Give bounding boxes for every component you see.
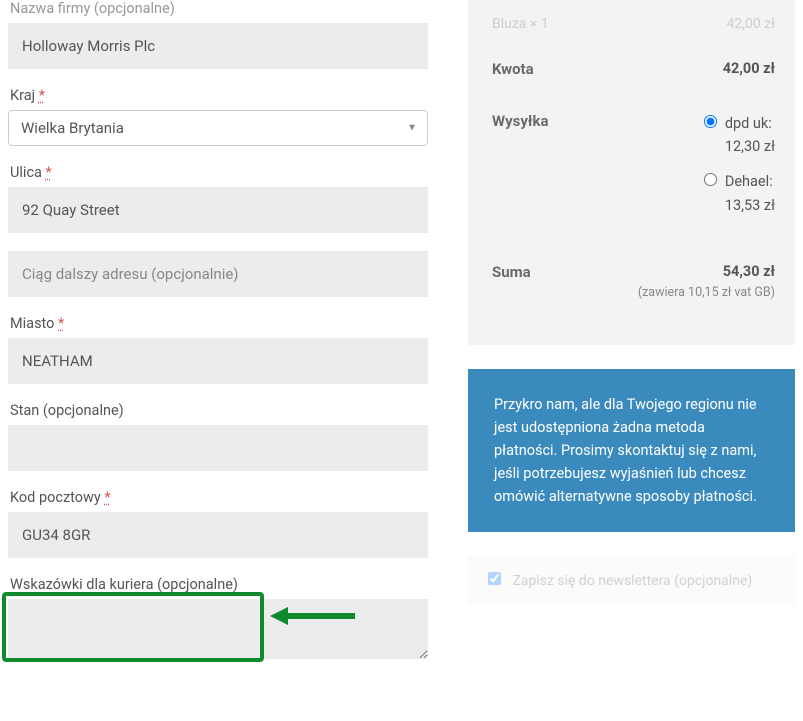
shipping-option-dehael[interactable]: Dehael: 13,53 zł: [704, 170, 775, 216]
payment-warning: Przykro nam, ale dla Twojego regionu nie…: [468, 369, 795, 533]
country-value: Wielka Brytania: [21, 119, 124, 137]
payment-warning-text: Przykro nam, ale dla Twojego regionu nie…: [494, 396, 757, 506]
city-input[interactable]: [8, 338, 428, 384]
postcode-label-text: Kod pocztowy: [10, 489, 101, 506]
required-mark: *: [58, 315, 64, 332]
shipping-row: Wysyłka dpd uk: 12,30 zł Dehael: 13,5: [492, 98, 775, 243]
subtotal-value: 42,00 zł: [723, 60, 775, 77]
state-label: Stan (opcjonalne): [8, 402, 428, 419]
country-label-text: Kraj: [10, 87, 35, 104]
total-label: Suma: [492, 263, 531, 281]
city-label: Miasto *: [8, 315, 428, 332]
postcode-label: Kod pocztowy *: [8, 489, 428, 506]
required-mark: *: [39, 87, 45, 104]
shipping-option-dpd[interactable]: dpd uk: 12,30 zł: [704, 112, 775, 158]
subtotal-row: Kwota 42,00 zł: [492, 46, 775, 92]
newsletter-optin: Zapisz się do newslettera (opcjonalne): [468, 556, 795, 605]
chevron-down-icon: ▼: [407, 123, 417, 134]
shipping-option-label: dpd uk: 12,30 zł: [725, 112, 775, 158]
item-price: 42,00 zł: [727, 16, 775, 32]
street-label: Ulica *: [8, 164, 428, 181]
vat-note: (zawiera 10,15 zł vat GB): [638, 284, 775, 303]
street-input[interactable]: [8, 187, 428, 233]
courier-notes-label: Wskazówki dla kuriera (opcjonalne): [8, 576, 428, 593]
ship1-name: dpd uk:: [725, 115, 772, 132]
order-summary-column: Bluza × 1 42,00 zł Kwota 42,00 zł Wysyłk…: [468, 0, 795, 681]
country-group: Kraj * Wielka Brytania ▼: [8, 87, 428, 146]
item-name: Bluza × 1: [492, 16, 549, 32]
state-input[interactable]: [8, 425, 428, 471]
ship1-price: 12,30 zł: [725, 138, 775, 155]
company-group: Nazwa firmy (opcjonalne): [8, 0, 428, 69]
total-amount: 54,30 zł: [723, 263, 775, 280]
shipping-option-label: Dehael: 13,53 zł: [725, 170, 775, 216]
street2-input[interactable]: [8, 251, 428, 297]
postcode-group: Kod pocztowy *: [8, 489, 428, 558]
city-group: Miasto *: [8, 315, 428, 384]
city-label-text: Miasto: [10, 315, 54, 332]
company-input[interactable]: [8, 23, 428, 69]
country-label: Kraj *: [8, 87, 428, 104]
country-select[interactable]: Wielka Brytania ▼: [8, 110, 428, 146]
total-value: 54,30 zł (zawiera 10,15 zł vat GB): [638, 263, 775, 303]
shipping-radio-dehael[interactable]: [704, 173, 717, 186]
shipping-options: dpd uk: 12,30 zł Dehael: 13,53 zł: [704, 112, 775, 229]
ship2-name: Dehael:: [725, 173, 773, 190]
courier-notes-input[interactable]: [8, 599, 428, 659]
street2-group: [8, 251, 428, 297]
state-group: Stan (opcjonalne): [8, 402, 428, 471]
street-label-text: Ulica: [10, 164, 42, 181]
newsletter-checkbox[interactable]: [488, 572, 501, 585]
newsletter-label: Zapisz się do newslettera (opcjonalne): [512, 573, 752, 589]
postcode-input[interactable]: [8, 512, 428, 558]
courier-notes-group: Wskazówki dla kuriera (opcjonalne): [8, 576, 428, 663]
order-summary: Bluza × 1 42,00 zł Kwota 42,00 zł Wysyłk…: [468, 0, 795, 345]
shipping-label: Wysyłka: [492, 112, 549, 130]
subtotal-label: Kwota: [492, 60, 534, 78]
total-row: Suma 54,30 zł (zawiera 10,15 zł vat GB): [492, 249, 775, 317]
required-mark: *: [104, 489, 110, 506]
shipping-radio-dpd[interactable]: [704, 115, 717, 128]
required-mark: *: [46, 164, 52, 181]
street-group: Ulica *: [8, 164, 428, 233]
line-item: Bluza × 1 42,00 zł: [492, 16, 775, 40]
ship2-price: 13,53 zł: [725, 197, 775, 214]
billing-form: Nazwa firmy (opcjonalne) Kraj * Wielka B…: [8, 0, 428, 681]
company-label: Nazwa firmy (opcjonalne): [8, 0, 428, 17]
